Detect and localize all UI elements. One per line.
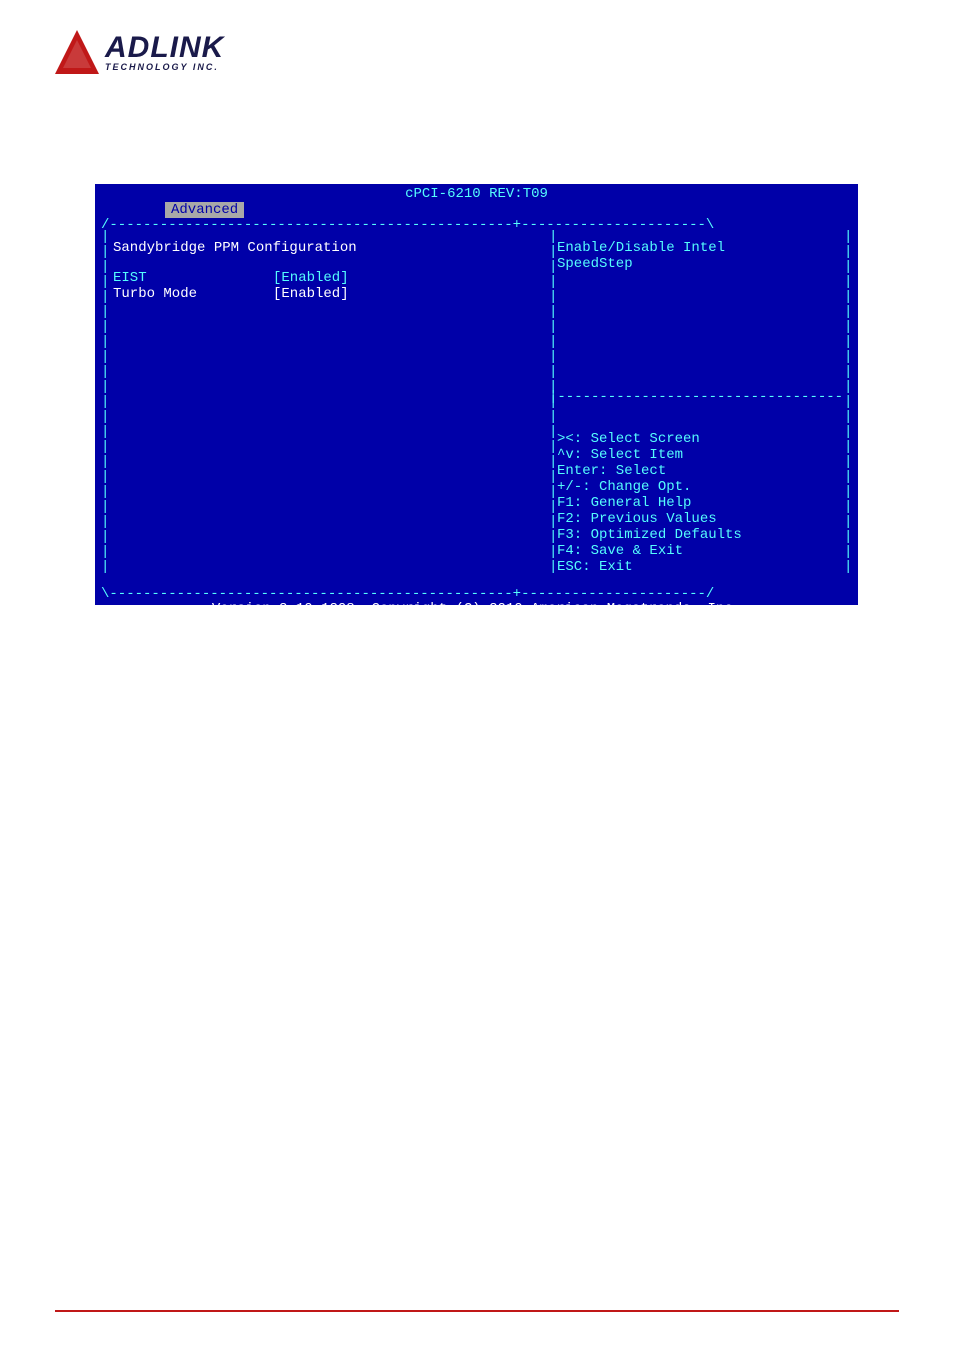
key-f4: F4: Save & Exit (557, 543, 848, 559)
setting-label: EIST (113, 270, 273, 286)
key-enter: Enter: Select (557, 463, 848, 479)
bios-left-pane: Sandybridge PPM Configuration EIST [Enab… (97, 232, 547, 587)
key-legend: ><: Select Screen ^v: Select Item Enter:… (557, 431, 848, 579)
page-footer-line (55, 1310, 899, 1312)
key-change-opt: +/-: Change Opt. (557, 479, 848, 495)
key-f2: F2: Previous Values (557, 511, 848, 527)
key-f1: F1: General Help (557, 495, 848, 511)
setting-turbo-mode[interactable]: Turbo Mode [Enabled] (113, 286, 539, 302)
logo-triangle-icon (55, 30, 99, 74)
brand-logo: ADLINK TECHNOLOGY INC. (55, 30, 224, 74)
bios-body: Sandybridge PPM Configuration EIST [Enab… (95, 232, 858, 587)
key-select-screen: ><: Select Screen (557, 431, 848, 447)
setting-value: [Enabled] (273, 286, 349, 302)
logo-text: ADLINK TECHNOLOGY INC. (105, 33, 224, 72)
border-top: /---------------------------------------… (95, 218, 858, 232)
setting-value: [Enabled] (273, 270, 349, 286)
key-select-item: ^v: Select Item (557, 447, 848, 463)
setting-eist[interactable]: EIST [Enabled] (113, 270, 539, 286)
help-line-1: Enable/Disable Intel (557, 240, 848, 256)
setting-label: Turbo Mode (113, 286, 273, 302)
help-text: Enable/Disable Intel SpeedStep (557, 240, 848, 390)
bios-footer: Version 2.10.1208. Copyright (C) 2010 Am… (95, 601, 858, 621)
key-f3: F3: Optimized Defaults (557, 527, 848, 543)
border-left: ||||||||||||||||||||||| (101, 230, 109, 577)
bios-title: cPCI-6210 REV:T09 (95, 184, 858, 202)
bios-window: cPCI-6210 REV:T09 Advanced /------------… (95, 184, 858, 605)
help-line-2: SpeedStep (557, 256, 848, 272)
section-title: Sandybridge PPM Configuration (113, 240, 539, 256)
tab-advanced[interactable]: Advanced (165, 202, 244, 218)
key-esc: ESC: Exit (557, 559, 848, 575)
bios-right-pane: Enable/Disable Intel SpeedStep ><: Selec… (547, 232, 858, 587)
bios-tab-bar: Advanced (95, 202, 858, 218)
logo-main-text: ADLINK (105, 33, 224, 63)
logo-sub-text: TECHNOLOGY INC. (105, 63, 224, 72)
border-bottom: \---------------------------------------… (95, 587, 858, 601)
